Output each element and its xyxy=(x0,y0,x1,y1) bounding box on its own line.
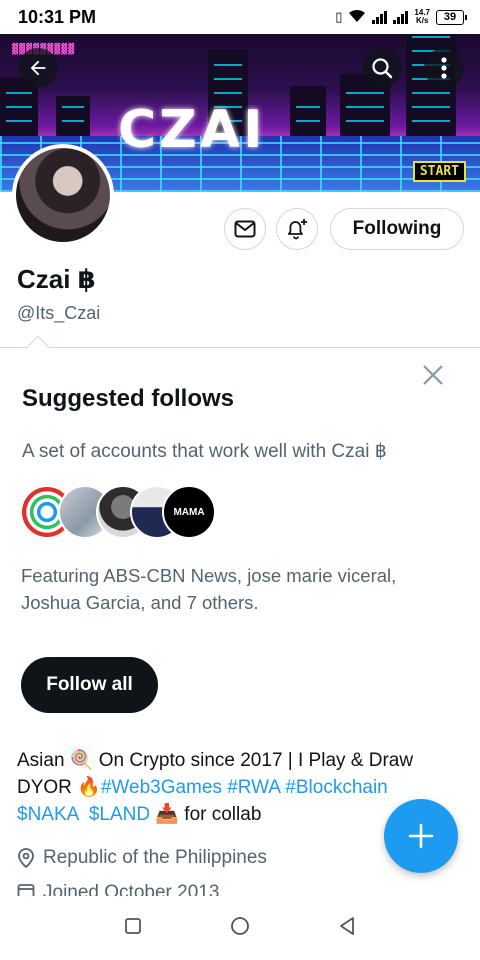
compose-post-button[interactable] xyxy=(384,799,458,873)
notifications-button[interactable] xyxy=(276,208,318,250)
suggested-avatars[interactable]: MAMA xyxy=(20,485,220,541)
status-time: 10:31 PM xyxy=(18,6,97,27)
joined-text: Joined October 2013 xyxy=(43,882,220,896)
bio-hashtags[interactable]: #Web3Games #RWA #Blockchain xyxy=(101,777,388,798)
dismiss-suggestions-button[interactable] xyxy=(418,360,448,390)
location-pin-icon xyxy=(18,848,34,868)
location-text: Republic of the Philippines xyxy=(43,847,267,868)
status-icons: ▯ 14.7 K/s 39 xyxy=(335,9,467,26)
plus-icon xyxy=(408,823,434,849)
caret-pointer xyxy=(26,335,50,359)
signal-icon xyxy=(372,10,388,24)
following-button[interactable]: Following xyxy=(330,208,464,250)
display-name: Czai ฿ xyxy=(17,264,96,294)
signal-icon-2 xyxy=(393,10,409,24)
bio-line-2-prefix: DYOR 🔥 xyxy=(17,777,101,798)
home-button[interactable] xyxy=(230,916,250,941)
back-button[interactable] xyxy=(18,48,58,88)
banner-start-badge: START xyxy=(412,161,466,182)
status-bar: 10:31 PM ▯ 14.7 K/s 39 xyxy=(0,0,480,34)
avatar-5-text: MAMA xyxy=(173,506,205,518)
bio-line-3-suffix: 📥 for collab xyxy=(150,804,262,825)
circle-icon xyxy=(231,916,249,935)
message-button[interactable] xyxy=(224,208,266,250)
wifi-icon xyxy=(348,9,366,26)
search-icon xyxy=(372,58,393,79)
vibrate-icon: ▯ xyxy=(335,9,343,24)
location-row: Republic of the Philippines xyxy=(17,847,267,869)
follow-all-button[interactable]: Follow all xyxy=(21,657,158,713)
bio-cashtags[interactable]: $NAKA $LAND xyxy=(17,804,150,825)
triangle-back-icon xyxy=(340,916,354,935)
calendar-icon xyxy=(17,884,35,896)
system-nav-bar xyxy=(0,896,480,960)
banner-building xyxy=(290,86,326,136)
net-speed: 14.7 K/s xyxy=(414,9,430,25)
section-divider xyxy=(0,347,480,348)
banner-title: CZAI xyxy=(118,100,266,160)
envelope-icon xyxy=(234,220,256,238)
close-icon xyxy=(423,365,443,385)
net-speed-unit: K/s xyxy=(415,16,429,25)
suggested-featuring: Featuring ABS-CBN News, jose marie vicer… xyxy=(21,565,397,613)
joined-row: Joined October 2013 xyxy=(17,882,219,896)
handle: @Its_Czai xyxy=(17,303,101,323)
banner-building xyxy=(56,96,90,136)
arrow-left-icon xyxy=(30,60,46,76)
recents-button[interactable] xyxy=(124,917,142,940)
bell-plus-icon xyxy=(287,219,307,240)
bio-line-2: DYOR 🔥#Web3Games #RWA #Blockchain xyxy=(17,774,467,801)
more-vertical-icon xyxy=(441,57,447,79)
more-options-button[interactable] xyxy=(424,48,464,88)
profile-avatar[interactable] xyxy=(12,144,114,246)
bio-line-1: Asian 🍭 On Crypto since 2017 | I Play & … xyxy=(17,750,414,771)
suggested-follows-title: Suggested follows xyxy=(22,385,235,412)
square-icon xyxy=(125,917,141,934)
suggested-follows-subtitle: A set of accounts that work well with Cz… xyxy=(22,441,387,462)
search-button[interactable] xyxy=(362,48,402,88)
battery-icon: 39 xyxy=(436,9,467,25)
back-nav-button[interactable] xyxy=(338,916,356,941)
avatar-suggested-5[interactable]: MAMA xyxy=(162,485,216,539)
